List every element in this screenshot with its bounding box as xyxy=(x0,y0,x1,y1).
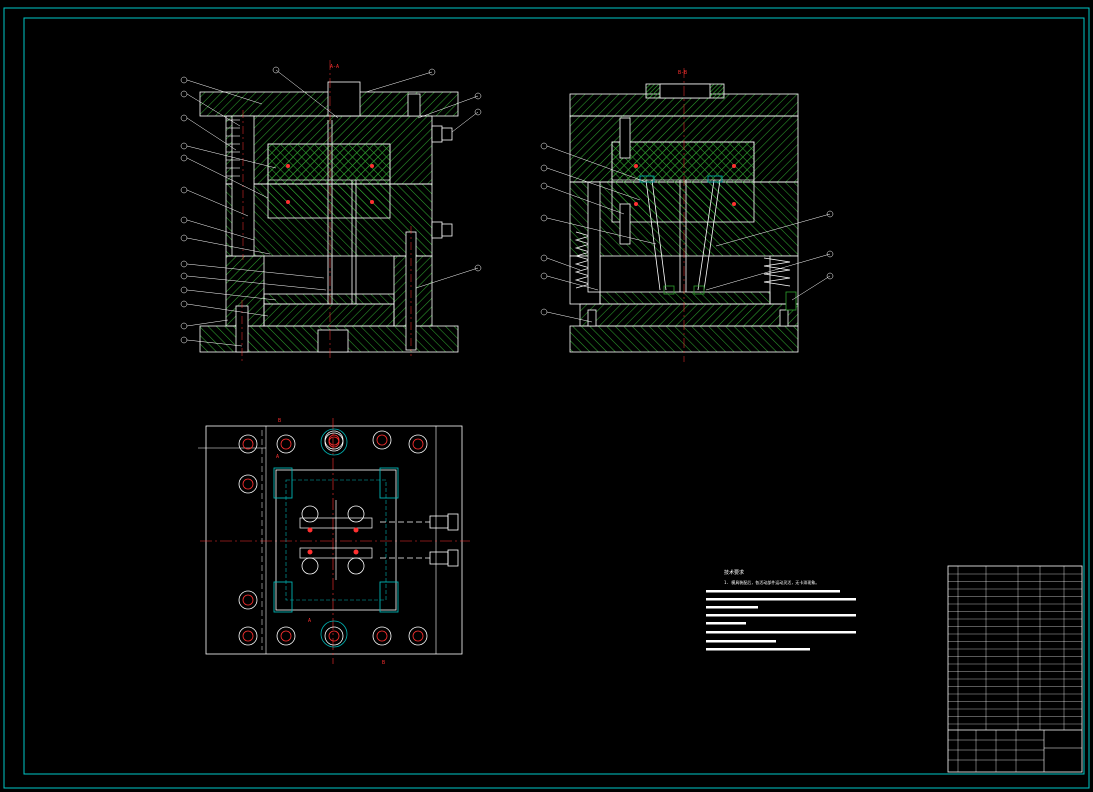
notes-line-1: 1. 模具装配后，各活动部件运动灵活，无卡滞现象。 xyxy=(724,579,819,585)
section-view-b: B-B xyxy=(569,68,799,362)
plan-marker-a-top: A xyxy=(276,454,279,460)
plan-marker-b-top: B xyxy=(278,418,281,424)
plan-marker-b-bottom: B xyxy=(382,660,385,666)
plan-marker-a-bottom: A xyxy=(308,618,311,624)
sheet-frame xyxy=(3,7,1090,789)
section-view-a: A-A xyxy=(199,60,459,362)
technical-notes: 技术要求 1. 模具装配后，各活动部件运动灵活，无卡滞现象。 xyxy=(706,569,856,651)
section-a-label: A-A xyxy=(330,64,339,70)
section-b-label: B-B xyxy=(678,70,687,76)
cad-drawing-canvas: A-A B-B B B A A 技术要求 1. 模具装配后，各活动部件运动灵活，… xyxy=(0,0,1093,792)
title-block xyxy=(947,565,1083,773)
notes-heading: 技术要求 xyxy=(724,569,744,576)
